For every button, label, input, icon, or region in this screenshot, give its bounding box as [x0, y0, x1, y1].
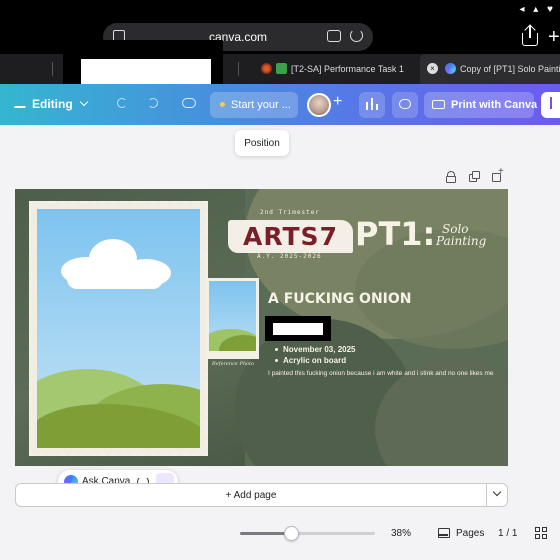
zoom-slider-thumb[interactable] [284, 526, 300, 541]
grid-view-icon[interactable] [535, 527, 547, 539]
pages-icon [438, 528, 450, 538]
invite-plus-icon[interactable]: + [333, 93, 351, 117]
pencil-icon [13, 97, 30, 108]
tab-separator [52, 62, 53, 76]
undo-icon[interactable] [117, 98, 127, 108]
tab-label: Copy of [PT1] Solo Painting [460, 64, 560, 74]
cloud-shape [67, 267, 163, 289]
comment-button[interactable] [392, 92, 418, 118]
position-tooltip: Position [235, 130, 289, 156]
editing-label: Editing [32, 97, 73, 111]
artwork-title[interactable]: A FUCKING ONION [268, 291, 412, 307]
page-count[interactable]: 1 / 1 [498, 528, 517, 539]
chevron-down-icon[interactable] [492, 487, 502, 497]
share-button[interactable] [541, 92, 560, 118]
pages-button[interactable]: Pages [438, 524, 488, 544]
list-item: Acrylic on board [275, 355, 356, 366]
artwork-description[interactable]: I painted this fucking onion because i a… [268, 369, 494, 379]
divider [486, 484, 487, 506]
design-canvas[interactable]: Reference Photo 2nd Trimester ARTS7 A.Y.… [15, 189, 508, 466]
canva-toolbar: Editing Start your ... + Print with Canv… [0, 84, 560, 125]
start-label: Start your ... [231, 99, 291, 111]
main-photo-frame[interactable] [29, 201, 208, 456]
reference-photo [209, 281, 256, 351]
tab-solo-painting[interactable]: × Copy of [PT1] Solo Painting [420, 54, 560, 84]
redacted-box [265, 316, 331, 341]
sparkle-icon [220, 102, 225, 107]
canva-favicon-icon [445, 63, 456, 74]
reference-photo-frame[interactable] [206, 278, 259, 359]
checkmark-icon [276, 63, 287, 74]
pages-label: Pages [456, 528, 485, 539]
status-icons: ◂ ▴ ♥ [519, 4, 556, 15]
main-photo [37, 209, 200, 448]
add-page-button[interactable]: + Add page [15, 483, 508, 507]
task-name-line: Painting [436, 234, 487, 248]
details-list[interactable]: November 03, 2025 Acrylic on board [275, 344, 356, 366]
print-label: Print with Canva [451, 99, 538, 111]
task-code: PT1: [355, 215, 436, 253]
footer-bar: 38% Pages 1 / 1 [0, 513, 560, 560]
reference-caption: Reference Photo [212, 361, 255, 367]
reload-icon[interactable] [350, 29, 363, 42]
subject-title: ARTS7 [243, 222, 338, 251]
truck-icon [432, 100, 445, 109]
editing-mode-button[interactable]: Editing [13, 97, 88, 111]
comment-icon [399, 99, 411, 109]
duplicate-page-icon[interactable] [469, 171, 481, 183]
chevron-down-icon [79, 97, 88, 107]
zoom-value[interactable]: 38% [391, 528, 411, 539]
task-name: Solo Painting [436, 223, 486, 247]
list-item: November 03, 2025 [275, 344, 356, 355]
start-your-button[interactable]: Start your ... [210, 92, 298, 118]
add-page-label: + Add page [225, 490, 277, 501]
detail-medium: Acrylic on board [283, 356, 347, 365]
status-bar: ◂ ▴ ♥ [0, 0, 560, 20]
upload-icon [550, 97, 552, 109]
favicon-icon [261, 63, 272, 74]
zoom-slider[interactable] [240, 526, 375, 541]
avatar[interactable] [307, 93, 331, 117]
trimester-label: 2nd Trimester [260, 209, 320, 216]
reader-icon[interactable] [327, 30, 341, 42]
share-icon[interactable] [520, 24, 540, 47]
cloud-save-icon[interactable] [182, 98, 196, 108]
insights-button[interactable] [359, 92, 385, 118]
tab-performance-task[interactable]: [T2-SA] Performance Task 1 [239, 54, 417, 84]
add-page-icon[interactable]: + [492, 166, 504, 183]
academic-year: A.Y. 2025-2026 [257, 253, 322, 260]
subject-badge: ARTS7 [228, 220, 353, 253]
close-tab-icon[interactable]: × [427, 63, 438, 74]
detail-date: November 03, 2025 [283, 345, 356, 354]
tab-label: [T2-SA] Performance Task 1 [291, 64, 404, 74]
lock-icon[interactable] [445, 171, 457, 183]
new-tab-icon[interactable]: + [548, 26, 560, 49]
print-with-canva-button[interactable]: Print with Canva [424, 92, 538, 118]
screen: ◂ ▴ ♥ canva.com + [T2-SA] Performance Ta… [0, 0, 560, 560]
redo-icon[interactable] [148, 98, 158, 108]
